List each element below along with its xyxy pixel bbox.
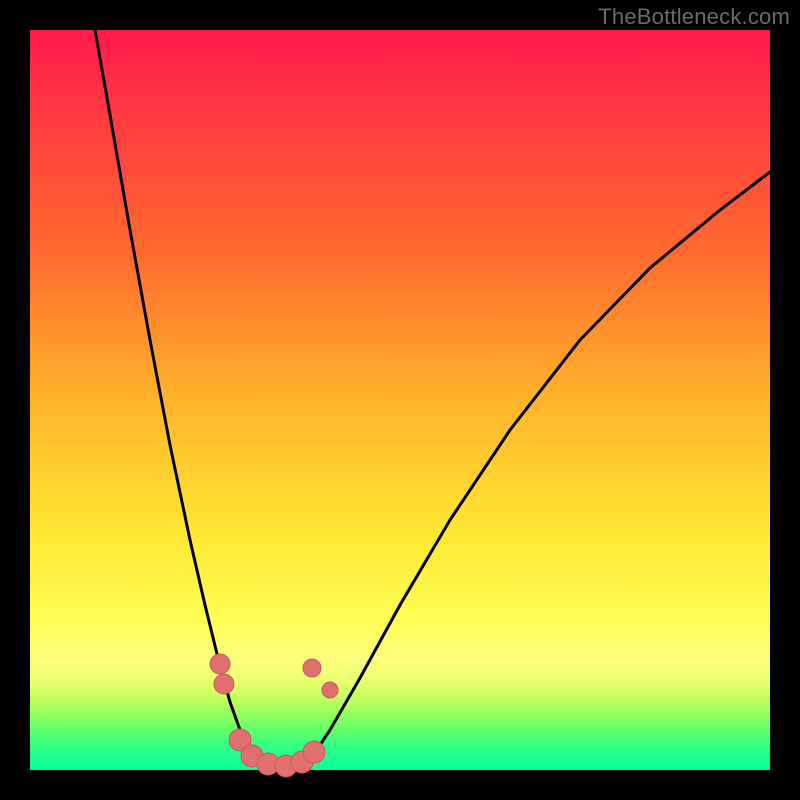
plot-area [30, 30, 770, 770]
marker-dot [303, 741, 325, 763]
outer-frame: TheBottleneck.com [0, 0, 800, 800]
curve-left-branch [95, 30, 253, 758]
marker-dot [210, 654, 230, 674]
curve-right-branch [310, 172, 770, 760]
chart-svg [30, 30, 770, 770]
marker-dot [303, 659, 321, 677]
marker-cluster [210, 654, 338, 777]
marker-dot [214, 674, 234, 694]
watermark-text: TheBottleneck.com [598, 4, 790, 30]
marker-dot [322, 682, 338, 698]
